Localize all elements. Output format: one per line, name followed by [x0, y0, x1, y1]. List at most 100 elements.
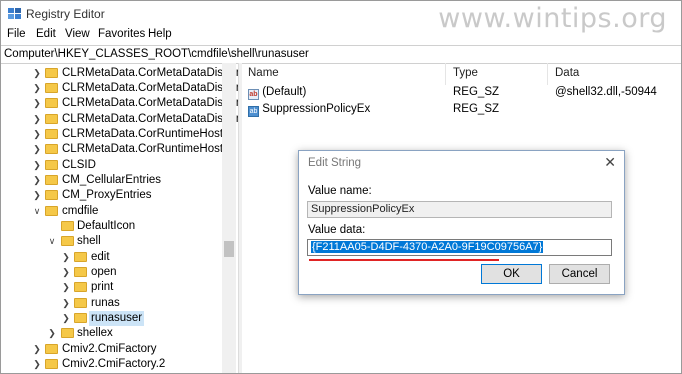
column-divider[interactable] — [547, 63, 548, 85]
chevron-right-icon[interactable]: ❯ — [61, 296, 71, 311]
folder-icon — [45, 83, 58, 93]
folder-icon — [45, 144, 58, 154]
tree-item[interactable]: ❯ CLRMetaData.CorMetaDataDispens — [1, 112, 238, 127]
tree-item-label: CLRMetaData.CorRuntimeHost — [62, 128, 224, 140]
tree-item-label: CLRMetaData.CorMetaDataDispens — [62, 67, 238, 79]
registry-editor-window: Registry Editor www.wintips.org File Edi… — [0, 0, 682, 374]
value-row[interactable]: ab (Default) REG_SZ @shell32.dll,-50944 — [248, 85, 678, 100]
tree-item[interactable]: ❯ CLRMetaData.CorMetaDataDispens — [1, 66, 238, 81]
menu-file[interactable]: File — [7, 28, 26, 40]
chevron-right-icon[interactable]: ❯ — [32, 357, 42, 372]
chevron-right-icon[interactable]: ❯ — [61, 280, 71, 295]
tree-item-label: CLRMetaData.CorMetaDataDispens — [62, 97, 238, 109]
tree-item-label: CLRMetaData.CorMetaDataDispens — [62, 82, 238, 94]
cancel-button[interactable]: Cancel — [549, 264, 610, 284]
folder-icon — [45, 175, 58, 185]
value-name: SuppressionPolicyEx — [262, 103, 371, 115]
tree-item[interactable]: DefaultIcon — [1, 219, 223, 234]
column-header-type[interactable]: Type — [453, 67, 478, 79]
value-data: @shell32.dll,-50944 — [555, 86, 657, 98]
column-header-name[interactable]: Name — [248, 67, 279, 79]
tree-item-label: runas — [91, 297, 120, 309]
tree-item[interactable]: ❯ CLRMetaData.CorMetaDataDispens — [1, 81, 238, 96]
folder-icon — [45, 114, 58, 124]
tree-item[interactable]: ❯ edit — [1, 250, 223, 265]
address-path[interactable]: Computer\HKEY_CLASSES_ROOT\cmdfile\shell… — [4, 48, 309, 60]
folder-icon — [45, 129, 58, 139]
column-header-data[interactable]: Data — [555, 67, 579, 79]
chevron-right-icon[interactable]: ❯ — [47, 326, 57, 341]
chevron-right-icon[interactable]: ❯ — [32, 158, 42, 173]
tree-item-label: edit — [91, 251, 110, 263]
chevron-down-icon[interactable]: ∨ — [32, 204, 42, 219]
value-name-field: SuppressionPolicyEx — [307, 201, 612, 218]
value-data-label: Value data: — [308, 224, 366, 236]
tree-item-label: shell — [77, 235, 101, 247]
folder-icon — [45, 98, 58, 108]
tree-item[interactable]: ❯ CLRMetaData.CorRuntimeHost — [1, 127, 223, 142]
folder-open-icon — [45, 206, 58, 216]
tree-item[interactable]: ❯ print — [1, 280, 223, 295]
tree-item[interactable]: ❯ CLRMetaData.CorRuntimeHost.2 — [1, 142, 232, 157]
tree-item-label: open — [91, 266, 117, 278]
value-name-label: Value name: — [308, 185, 372, 197]
folder-icon — [45, 344, 58, 354]
chevron-right-icon[interactable]: ❯ — [32, 96, 42, 111]
value-row[interactable]: ab SuppressionPolicyEx REG_SZ — [248, 102, 678, 117]
folder-icon — [74, 298, 87, 308]
folder-icon — [61, 328, 74, 338]
tree-item[interactable]: ❯ CLRMetaData.CorMetaDataDispens — [1, 96, 238, 111]
folder-icon — [45, 359, 58, 369]
key-tree: ❯ CLRMetaData.CorMetaDataDispens ❯ CLRMe… — [1, 63, 238, 373]
dialog-title: Edit String — [308, 157, 362, 169]
folder-icon — [45, 68, 58, 78]
ok-button[interactable]: OK — [481, 264, 542, 284]
tree-item[interactable]: ∨ shell — [1, 234, 223, 249]
chevron-right-icon[interactable]: ❯ — [32, 66, 42, 81]
tree-item[interactable]: ❯ CM_CellularEntries — [1, 173, 223, 188]
chevron-right-icon[interactable]: ❯ — [32, 112, 42, 127]
close-icon[interactable]: ✕ — [604, 154, 616, 171]
folder-icon — [74, 267, 87, 277]
folder-icon — [74, 313, 87, 323]
tree-item-selected[interactable]: ❯ runasuser — [1, 311, 223, 326]
tree-scrollbar-thumb[interactable] — [224, 241, 234, 257]
tree-scrollbar[interactable] — [222, 63, 236, 373]
value-data-field[interactable]: {F211AA05-D4DF-4370-A2A0-9F19C09756A7} — [307, 239, 612, 256]
binary-value-icon: ab — [248, 106, 259, 117]
tree-item-label: CLRMetaData.CorRuntimeHost.2 — [62, 143, 233, 155]
tree-item-label: Cmiv2.CmiFactory — [62, 343, 157, 355]
tree-item-label: shellex — [77, 327, 113, 339]
value-data-text: {F211AA05-D4DF-4370-A2A0-9F19C09756A7} — [311, 241, 544, 253]
menu-favorites[interactable]: Favorites — [98, 28, 145, 40]
chevron-right-icon[interactable]: ❯ — [61, 311, 71, 326]
chevron-down-icon[interactable]: ∨ — [47, 234, 57, 249]
menu-edit[interactable]: Edit — [36, 28, 56, 40]
folder-icon — [61, 221, 74, 231]
tree-item[interactable]: ❯ Cmiv2.CmiFactory — [1, 342, 223, 357]
column-divider[interactable] — [445, 63, 446, 85]
tree-item[interactable]: ❯ Cmiv2.CmiFactory.2 — [1, 357, 223, 372]
chevron-right-icon[interactable]: ❯ — [32, 127, 42, 142]
tree-item[interactable]: ❯ open — [1, 265, 223, 280]
chevron-right-icon[interactable]: ❯ — [32, 188, 42, 203]
tree-item[interactable]: ❯ CLSID — [1, 158, 223, 173]
chevron-right-icon[interactable]: ❯ — [32, 173, 42, 188]
chevron-right-icon[interactable]: ❯ — [61, 265, 71, 280]
chevron-right-icon[interactable]: ❯ — [32, 142, 42, 157]
address-bar[interactable]: Computer\HKEY_CLASSES_ROOT\cmdfile\shell… — [1, 45, 681, 64]
chevron-right-icon[interactable]: ❯ — [32, 81, 42, 96]
tree-item[interactable]: ❯ runas — [1, 296, 223, 311]
edit-string-dialog: Edit String ✕ Value name: SuppressionPol… — [298, 150, 625, 295]
tree-item[interactable]: ❯ shellex — [1, 326, 223, 341]
menu-view[interactable]: View — [65, 28, 90, 40]
chevron-right-icon[interactable]: ❯ — [32, 342, 42, 357]
tree-item[interactable]: ❯ CM_ProxyEntries — [1, 188, 223, 203]
highlight-underline — [309, 259, 499, 261]
chevron-right-icon[interactable]: ❯ — [61, 250, 71, 265]
folder-open-icon — [61, 236, 74, 246]
tree-item[interactable]: ∨ cmdfile — [1, 204, 223, 219]
menu-help[interactable]: Help — [148, 28, 172, 40]
tree-item-label: CM_CellularEntries — [62, 174, 162, 186]
window-title: Registry Editor — [26, 7, 105, 21]
